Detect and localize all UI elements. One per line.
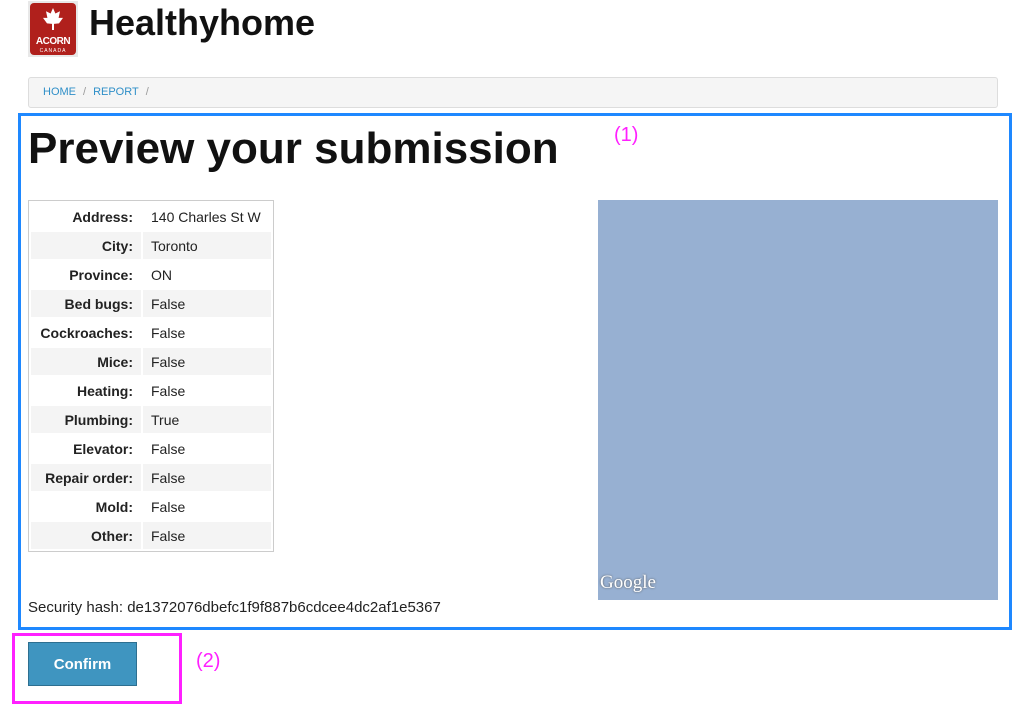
field-value: True (143, 406, 271, 433)
table-row: Plumbing: True (31, 406, 271, 433)
annotation-label-1: (1) (614, 124, 639, 146)
table-row: City: Toronto (31, 232, 271, 259)
field-label: Elevator: (73, 440, 133, 457)
table-row: Cockroaches: False (31, 319, 271, 346)
field-value: False (151, 382, 186, 399)
field-label: Other: (31, 522, 141, 549)
field-value: False (143, 348, 271, 375)
confirm-button[interactable]: Confirm (28, 642, 137, 686)
field-label: Cockroaches: (40, 324, 133, 341)
field-label: Province: (69, 266, 133, 283)
page-title: Preview your submission (28, 124, 559, 173)
maple-leaf-icon (43, 8, 63, 30)
table-row: Repair order: False (31, 464, 271, 491)
table-row: Mold: False (31, 493, 271, 520)
table-row: Bed bugs: False (31, 290, 271, 317)
annotation-label-2: (2) (196, 650, 221, 672)
field-value: 140 Charles St W (151, 208, 261, 225)
table-row: Other: False (31, 522, 271, 549)
field-value: False (143, 522, 271, 549)
field-value: Toronto (143, 232, 271, 259)
field-value: False (143, 464, 271, 491)
table-row: Mice: False (31, 348, 271, 375)
field-label: City: (31, 232, 141, 259)
breadcrumb: HOME / REPORT / (28, 77, 998, 108)
field-label: Heating: (77, 382, 133, 399)
brand-title: Healthyhome (89, 2, 316, 43)
map[interactable]: Google (598, 200, 998, 600)
breadcrumb-home[interactable]: HOME (43, 86, 76, 98)
field-value: False (151, 324, 186, 341)
field-label: Address: (72, 208, 133, 225)
field-value: False (143, 290, 271, 317)
field-label: Bed bugs: (31, 290, 141, 317)
field-value: ON (151, 266, 172, 283)
table-row: Address: 140 Charles St W (31, 203, 271, 230)
table-row: Heating: False (31, 377, 271, 404)
field-value: False (151, 440, 186, 457)
table-row: Elevator: False (31, 435, 271, 462)
breadcrumb-report[interactable]: REPORT (93, 86, 139, 98)
field-label: Mold: (95, 498, 133, 515)
field-value: False (151, 498, 186, 515)
submission-table: Address: 140 Charles St W City: Toronto Prov… (28, 200, 274, 552)
table-row: Province: ON (31, 261, 271, 288)
acorn-logo[interactable]: ACORN CANADA (28, 1, 78, 57)
google-attribution: Google (600, 572, 656, 593)
field-label: Plumbing: (31, 406, 141, 433)
field-label: Mice: (31, 348, 141, 375)
security-hash: Security hash: de1372076dbefc1f9f887b6cd… (28, 599, 441, 616)
field-label: Repair order: (31, 464, 141, 491)
